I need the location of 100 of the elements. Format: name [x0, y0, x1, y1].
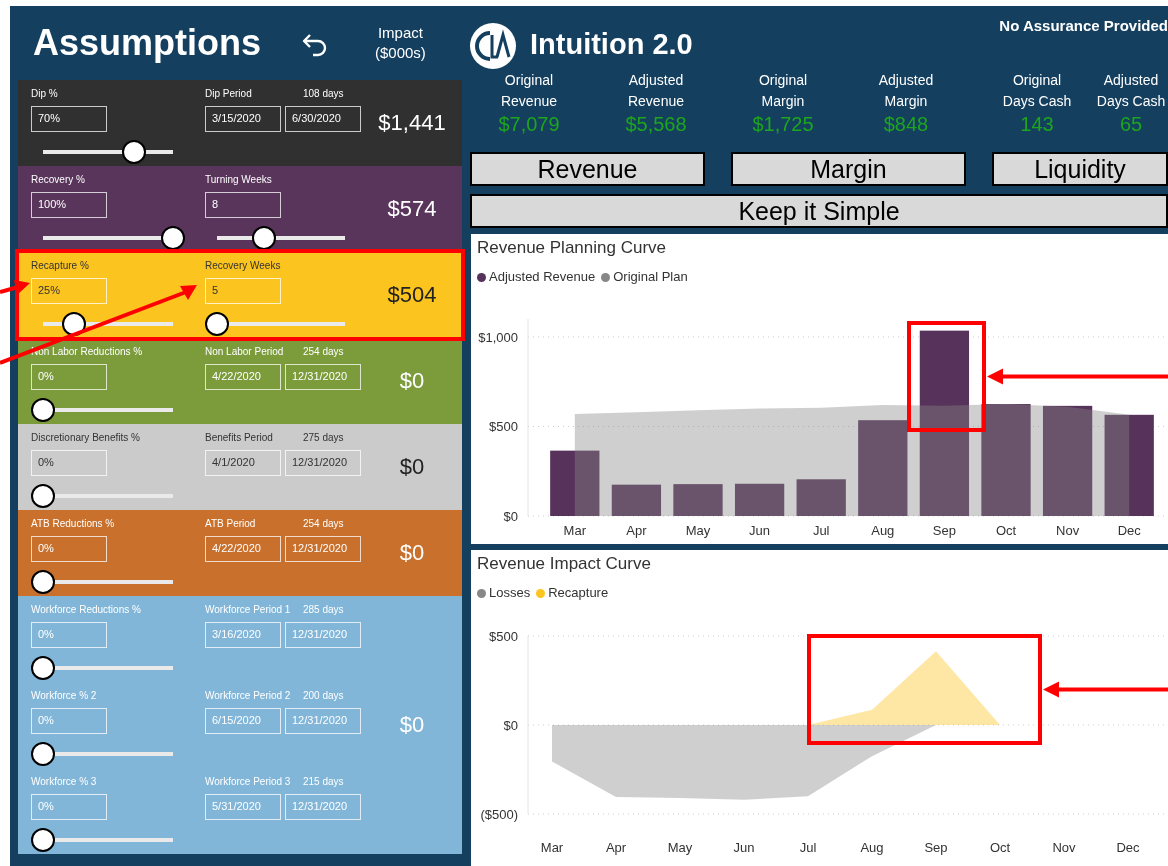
slider-thumb[interactable] [31, 570, 55, 594]
kpi-value: $7,079 [498, 112, 560, 136]
date-field[interactable]: 12/31/2020 [285, 536, 361, 562]
field-label: Benefits Period [205, 432, 274, 444]
input-field[interactable]: 0% [31, 794, 107, 820]
day-count: 285 days [303, 604, 344, 616]
date-field[interactable]: 12/31/2020 [285, 794, 361, 820]
input-field[interactable]: 0% [31, 450, 107, 476]
field-label: Workforce Period 1 [205, 604, 292, 616]
input-field[interactable]: 0% [31, 622, 107, 648]
date-field[interactable]: 12/31/2020 [285, 622, 361, 648]
revenue-bar [550, 450, 600, 516]
slider-thumb[interactable] [31, 656, 55, 680]
nav-button[interactable]: Margin [731, 152, 966, 186]
input-field[interactable]: 0% [31, 708, 107, 734]
legend-label: Losses [489, 584, 531, 602]
slider-thumb[interactable] [161, 226, 185, 250]
kpi-label: Adjusted Margin [878, 71, 934, 111]
field-label: ATB Period [205, 518, 257, 530]
tick-label: $500 [489, 419, 518, 435]
logo-icon [470, 23, 516, 69]
impact-value: $0 [399, 454, 425, 480]
input-field[interactable]: 0% [31, 364, 107, 390]
input-field[interactable]: 8 [205, 192, 281, 218]
axis-label: Jul [812, 523, 830, 538]
date-field[interactable]: 4/1/2020 [205, 450, 281, 476]
kpi-label: Original Revenue [500, 71, 557, 111]
chart-title: Revenue Impact Curve [477, 553, 652, 575]
app-title: Intuition 2.0 [530, 28, 693, 61]
slider-thumb[interactable] [122, 140, 146, 164]
axis-label: Jun [749, 523, 771, 538]
nav-button[interactable]: Liquidity [992, 152, 1168, 186]
field-label: Dip % [31, 88, 58, 100]
legend-label: Adjusted Revenue [489, 268, 596, 286]
axis-label: Oct [989, 840, 1011, 855]
date-field[interactable]: 6/15/2020 [205, 708, 281, 734]
axis-label: May [685, 523, 711, 538]
axis-label: Dec [1117, 523, 1141, 538]
tick-label: $1,000 [478, 329, 518, 345]
nav-button[interactable]: Revenue [470, 152, 705, 186]
impact-value: $0 [399, 540, 425, 566]
input-field[interactable]: 0% [31, 536, 107, 562]
date-field[interactable]: 12/31/2020 [285, 450, 361, 476]
axis-label: May [667, 840, 693, 855]
chart-title: Revenue Planning Curve [477, 237, 667, 259]
axis-label: Oct [995, 523, 1017, 538]
slider-thumb[interactable] [62, 312, 87, 336]
slider-thumb[interactable] [31, 398, 55, 422]
slider-thumb[interactable] [205, 312, 229, 336]
revenue-bar [611, 484, 662, 516]
field-label: Workforce Period 3 [205, 776, 292, 788]
axis-label: Aug [871, 523, 895, 538]
impact-value: $1,441 [378, 110, 446, 136]
date-field[interactable]: 4/22/2020 [205, 536, 281, 562]
slider-thumb[interactable] [31, 828, 55, 852]
impact-value: $0 [399, 368, 425, 394]
input-field[interactable]: 100% [31, 192, 107, 218]
day-count: 254 days [303, 518, 344, 530]
field-label: Workforce Period 2 [205, 690, 292, 702]
date-field[interactable]: 12/31/2020 [285, 364, 361, 390]
axis-label: Dec [1116, 840, 1140, 855]
field-label: Workforce Reductions % [31, 604, 141, 616]
input-field[interactable]: 5 [205, 278, 281, 304]
field-label: Recovery Weeks [205, 260, 281, 272]
slider-thumb[interactable] [31, 742, 55, 766]
date-field[interactable]: 6/30/2020 [285, 106, 361, 132]
date-field[interactable]: 5/31/2020 [205, 794, 281, 820]
tick-label: $0 [503, 718, 518, 733]
legend-label: Original Plan [613, 268, 688, 286]
field-label: ATB Reductions % [31, 518, 115, 530]
kpi-label: Adjusted Days Cash [1096, 71, 1166, 111]
input-field[interactable]: 70% [31, 106, 107, 132]
field-label: Non Labor Period [205, 346, 285, 358]
kpi-label: Original Margin [758, 71, 808, 111]
axis-label: Nov [1052, 840, 1076, 855]
legend-label: Recapture [548, 584, 609, 602]
input-field[interactable]: 25% [31, 278, 107, 304]
kpi-value: $5,568 [625, 112, 687, 136]
field-label: Dip Period [205, 88, 253, 100]
date-field[interactable]: 4/22/2020 [205, 364, 281, 390]
column-header: Impact ($000s) [375, 23, 426, 63]
axis-label: Apr [605, 840, 627, 855]
day-count: 275 days [303, 432, 344, 444]
axis-label: Mar [563, 523, 586, 538]
axis-label: Mar [540, 840, 564, 855]
tick-label: $0 [503, 509, 518, 524]
slider-thumb[interactable] [252, 226, 277, 250]
field-label: Turning Weeks [205, 174, 272, 186]
axis-label: Sep [932, 523, 956, 538]
day-count: 108 days [303, 88, 344, 100]
date-field[interactable]: 3/16/2020 [205, 622, 281, 648]
simple-button[interactable]: Keep it Simple [470, 194, 1168, 228]
tick-label: $500 [489, 629, 518, 644]
axis-label: Aug [860, 840, 884, 855]
date-field[interactable]: 3/15/2020 [205, 106, 281, 132]
revenue-bar [734, 483, 785, 516]
slider-thumb[interactable] [31, 484, 55, 508]
date-field[interactable]: 12/31/2020 [285, 708, 361, 734]
revenue-bar [796, 479, 846, 516]
kpi-value: 143 [1020, 112, 1054, 136]
